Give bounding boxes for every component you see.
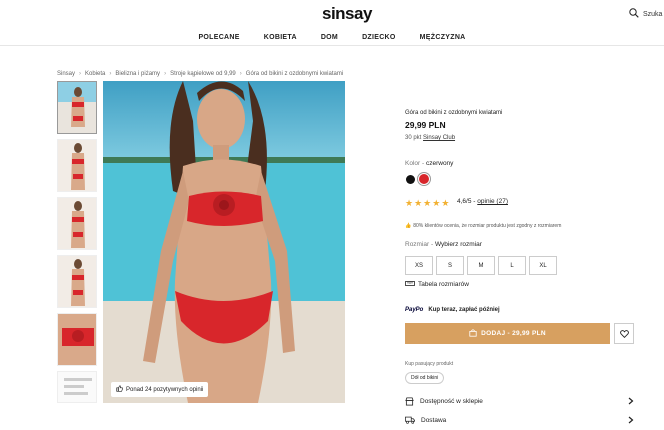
color-swatch-red[interactable] [418,173,430,185]
rating-separator: - [473,198,476,205]
size-option-s[interactable]: S [436,256,464,275]
logo[interactable]: sinsay [322,4,372,24]
store-icon [405,396,414,406]
thumbs-up-icon [116,385,123,394]
star-icon: ★ [432,198,441,208]
star-icon: ★ [414,198,423,208]
delivery-row[interactable]: Dostawa [405,413,634,427]
bag-icon [469,328,477,339]
nav-polecane[interactable]: POLECANE [198,34,239,41]
star-icon: ★ [423,198,432,208]
add-to-cart-button[interactable]: DODAJ - 29,99 PLN [405,323,610,344]
thumbnail[interactable] [57,313,97,366]
truck-icon [405,416,415,424]
product-price: 29,99 PLN [405,120,446,130]
thumbnail[interactable] [57,255,97,308]
thumbs-up-icon: 👍 [405,223,412,229]
thumbnail[interactable] [57,197,97,250]
main-nav: POLECANE KOBIETA DOM DZIECKO MĘŻCZYZNA [0,34,664,41]
breadcrumb-separator: › [239,71,242,77]
reviews-link[interactable]: opinie (27) [477,198,508,205]
size-option-m[interactable]: M [467,256,495,275]
size-table-link[interactable]: Tabela rozmiarów [405,281,469,288]
reviews-badge: Ponad 24 pozytywnych opinii [111,382,209,397]
breadcrumb-separator: › [79,71,82,77]
chevron-right-icon [628,416,634,424]
search-icon [629,8,639,20]
thumbnail[interactable] [57,139,97,192]
rating-value: 4,6/5 [457,198,472,205]
product-main-image[interactable]: Ponad 24 pozytywnych opinii [103,81,345,403]
ruler-icon [405,281,415,288]
size-label-text: Rozmiar - [405,241,434,248]
site-header: sinsay Szuka POLECANE KOBIETA DOM DZIECK… [0,0,664,46]
color-label: Kolor - czerwony [405,160,453,167]
nav-dziecko[interactable]: DZIECKO [362,34,396,41]
wishlist-button[interactable] [614,323,634,344]
size-label: Rozmiar - Wybierz rozmiar [405,241,482,248]
thumbnail[interactable] [57,371,97,403]
star-icon: ★ [405,198,414,208]
store-availability-label: Dostępność w sklepie [420,397,483,405]
nav-mezczyzna[interactable]: MĘŻCZYZNA [420,34,466,41]
search-button[interactable]: Szuka [629,8,662,20]
color-value: czerwony [425,160,454,167]
store-availability-row[interactable]: Dostępność w sklepie [405,394,634,408]
rating-stars: ★ ★ ★ ★ ★ [405,198,449,209]
club-link[interactable]: Sinsay Club [423,135,455,141]
club-points: 30 pkt Sinsay Club [405,135,455,141]
heart-icon [619,325,629,343]
reviews-badge-text: Ponad 24 pozytywnych opinii [126,386,204,393]
breadcrumb: Sinsay › Kobieta › Bielizna i piżamy › Stro… [57,71,343,77]
size-table-label: Tabela rozmiarów [418,281,469,288]
size-option-xs[interactable]: XS [405,256,433,275]
add-to-cart-label: DODAJ - 29,99 PLN [481,330,546,337]
delivery-label: Dostawa [421,416,447,424]
thumbnail[interactable] [57,81,97,134]
rating-summary: 4,6/5 - opinie (27) [457,198,508,205]
fit-note-text: 80% klientów ocenia, że rozmiar produktu… [413,223,562,229]
star-icon: ★ [441,198,450,208]
breadcrumb-item[interactable]: Sinsay [57,71,75,77]
breadcrumb-item[interactable]: Bielizna i piżamy [115,71,160,77]
nav-kobieta[interactable]: KOBIETA [264,34,297,41]
breadcrumb-separator: › [109,71,112,77]
size-value: Wybierz rozmiar [434,241,482,248]
fit-note: 👍 80% klientów ocenia, że rozmiar produk… [405,223,561,229]
color-swatch-black[interactable] [406,175,415,184]
size-selector: XS S M L XL [405,256,557,275]
breadcrumb-current: Góra od bikini z ozdobnymi kwiatami [245,71,344,77]
paypo-info: PayPo Kup teraz, zapłać później [405,307,500,313]
breadcrumb-item[interactable]: Stroje kąpielowe od 9,99 [170,71,236,77]
paypo-text: Kup teraz, zapłać później [428,307,500,313]
nav-dom[interactable]: DOM [321,34,338,41]
size-option-xl[interactable]: XL [529,256,557,275]
size-option-l[interactable]: L [498,256,526,275]
product-name: Góra od bikini z ozdobnymi kwiatami [405,110,503,116]
color-label-text: Kolor - [405,160,425,167]
matching-product-chip[interactable]: Dół od bikini [405,372,445,384]
club-points-value: 30 pkt [405,135,422,141]
matching-product-label: Kup pasujący produkt [405,361,454,367]
breadcrumb-item[interactable]: Kobieta [85,71,105,77]
breadcrumb-separator: › [164,71,167,77]
chevron-right-icon [628,397,634,405]
search-label: Szuka [643,10,663,18]
paypo-logo: PayPo [405,307,424,313]
